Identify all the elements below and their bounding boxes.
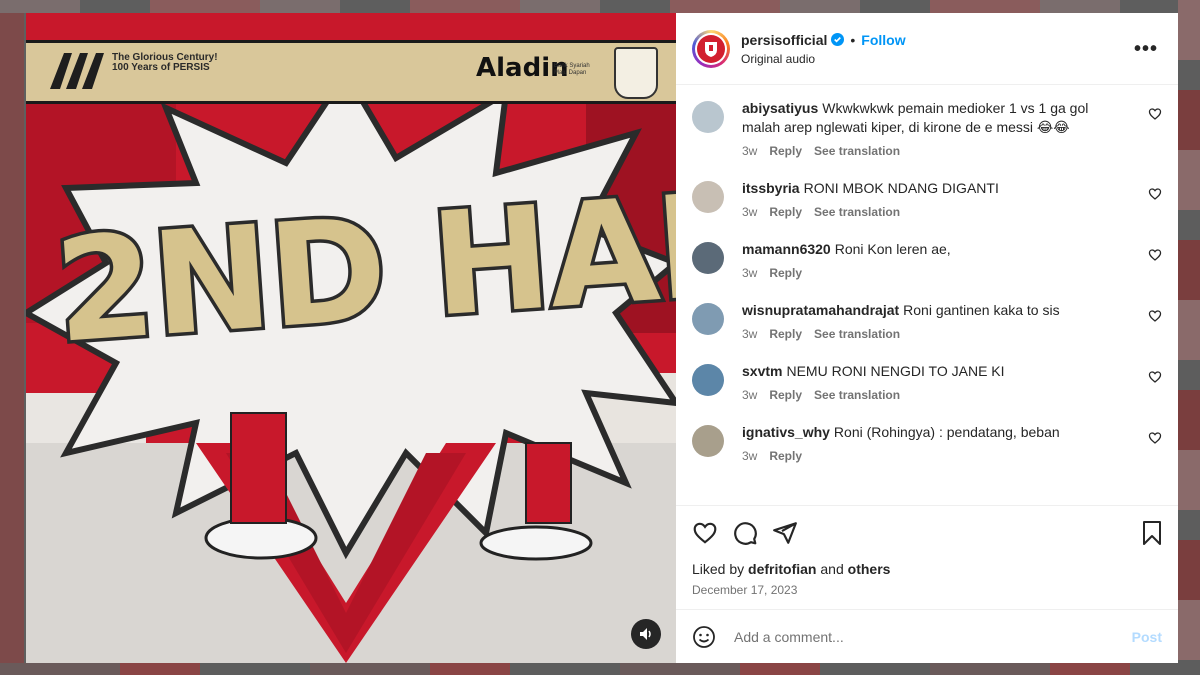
reply-button[interactable]: Reply — [769, 327, 802, 341]
comment-time[interactable]: 3w — [742, 449, 757, 463]
commenter-avatar[interactable] — [692, 181, 724, 213]
comment-like-heart-icon[interactable] — [1148, 248, 1162, 262]
comment-time[interactable]: 3w — [742, 266, 757, 280]
reply-button[interactable]: Reply — [769, 449, 802, 463]
comment-composer: Post — [676, 609, 1178, 663]
comment-item: wisnupratamahandrajat Roni gantinen kaka … — [692, 301, 1162, 341]
bookmark-save-icon[interactable] — [1140, 520, 1164, 546]
comment-text: sxvtm NEMU RONI NENGDI TO JANE KI — [742, 362, 1128, 381]
comment-input[interactable] — [732, 627, 1132, 646]
post-date[interactable]: December 17, 2023 — [692, 583, 1162, 597]
club-crest-icon — [705, 41, 717, 57]
comment-body: Roni (Rohingya) : pendatang, beban — [833, 424, 1060, 440]
comment-time[interactable]: 3w — [742, 388, 757, 402]
comment-username[interactable]: mamann6320 — [742, 241, 831, 257]
commenter-avatar[interactable] — [692, 101, 724, 133]
comment-time[interactable]: 3w — [742, 327, 757, 341]
reply-button[interactable]: Reply — [769, 144, 802, 158]
comments-list: abiysatiyus Wkwkwkwk pemain medioker 1 vs… — [676, 85, 1178, 505]
liked-by-user[interactable]: defritofian — [748, 561, 816, 577]
comment-body: NEMU RONI NENGDI TO JANE KI — [786, 363, 1005, 379]
background-strip-top — [0, 0, 1200, 13]
verified-badge-icon — [831, 33, 845, 46]
see-translation-button[interactable]: See translation — [814, 144, 900, 158]
reply-button[interactable]: Reply — [769, 388, 802, 402]
comment-body: Roni Kon leren ae, — [834, 241, 951, 257]
comment-bubble-icon[interactable] — [732, 520, 758, 546]
comment-like-heart-icon[interactable] — [1148, 370, 1162, 384]
likes-summary: Liked by defritofian and others — [692, 561, 891, 577]
sponsor-banner: The Glorious Century! 100 Years of PERSI… — [26, 40, 676, 104]
speaker-icon — [640, 628, 651, 640]
comment-body: RONI MBOK NDANG DIGANTI — [803, 180, 999, 196]
avatar[interactable] — [692, 29, 730, 68]
more-options-icon[interactable]: ••• — [1134, 38, 1158, 61]
comment-time[interactable]: 3w — [742, 144, 757, 158]
club-logo-icon — [50, 53, 104, 89]
comment-item: ignativs_why Roni (Rohingya) : pendatang,… — [692, 423, 1162, 463]
post-comment-button[interactable]: Post — [1132, 629, 1162, 645]
comment-item: abiysatiyus Wkwkwkwk pemain medioker 1 vs… — [692, 99, 1162, 158]
comment-item: sxvtm NEMU RONI NENGDI TO JANE KI 3w Repl… — [692, 362, 1162, 402]
comment-text: itssbyria RONI MBOK NDANG DIGANTI — [742, 179, 1128, 198]
emoji-picker-icon[interactable] — [692, 625, 716, 649]
follow-button[interactable]: Follow — [861, 32, 905, 48]
see-translation-button[interactable]: See translation — [814, 205, 900, 219]
comment-username[interactable]: sxvtm — [742, 363, 782, 379]
sponsor-subtitle: Bank Syariah Maju Dapan — [554, 63, 590, 76]
commenter-avatar[interactable] — [692, 303, 724, 335]
background-strip-right — [1178, 0, 1200, 675]
comment-username[interactable]: abiysatiyus — [742, 100, 818, 116]
background-strip-bottom — [0, 663, 1200, 675]
comment-text: ignativs_why Roni (Rohingya) : pendatang,… — [742, 423, 1128, 442]
club-crest-icon — [614, 47, 658, 99]
reply-button[interactable]: Reply — [769, 205, 802, 219]
see-translation-button[interactable]: See translation — [814, 327, 900, 341]
comment-username[interactable]: itssbyria — [742, 180, 800, 196]
commenter-avatar[interactable] — [692, 425, 724, 457]
separator-dot: • — [850, 31, 856, 48]
post-header: persisofficial • Follow Original audio •… — [676, 13, 1178, 85]
comment-text: wisnupratamahandrajat Roni gantinen kaka … — [742, 301, 1128, 320]
comment-username[interactable]: wisnupratamahandrajat — [742, 302, 899, 318]
audio-label[interactable]: Original audio — [741, 52, 906, 66]
like-heart-icon[interactable] — [692, 520, 718, 546]
comment-item: itssbyria RONI MBOK NDANG DIGANTI 3w Repl… — [692, 179, 1162, 219]
post-actions: Liked by defritofian and others December… — [676, 505, 1178, 609]
commenter-avatar[interactable] — [692, 364, 724, 396]
comment-like-heart-icon[interactable] — [1148, 309, 1162, 323]
comment-like-heart-icon[interactable] — [1148, 107, 1162, 121]
audio-toggle-button[interactable] — [631, 619, 661, 649]
comment-username[interactable]: ignativs_why — [742, 424, 830, 440]
comment-time[interactable]: 3w — [742, 205, 757, 219]
comment-text: abiysatiyus Wkwkwkwk pemain medioker 1 vs… — [742, 99, 1128, 137]
reply-button[interactable]: Reply — [769, 266, 802, 280]
comment-item: mamann6320 Roni Kon leren ae, 3w Reply — [692, 240, 1162, 280]
commenter-avatar[interactable] — [692, 242, 724, 274]
comment-like-heart-icon[interactable] — [1148, 431, 1162, 445]
see-translation-button[interactable]: See translation — [814, 388, 900, 402]
banner-tagline: The Glorious Century! 100 Years of PERSI… — [112, 52, 218, 73]
liked-by-others[interactable]: others — [848, 561, 891, 577]
comment-like-heart-icon[interactable] — [1148, 187, 1162, 201]
post-media[interactable]: The Glorious Century! 100 Years of PERSI… — [26, 13, 676, 663]
post-detail-panel: persisofficial • Follow Original audio •… — [676, 13, 1178, 663]
comment-body: Roni gantinen kaka to sis — [903, 302, 1060, 318]
share-send-icon[interactable] — [772, 520, 798, 546]
comment-text: mamann6320 Roni Kon leren ae, — [742, 240, 1128, 259]
post-username[interactable]: persisofficial — [741, 32, 827, 48]
